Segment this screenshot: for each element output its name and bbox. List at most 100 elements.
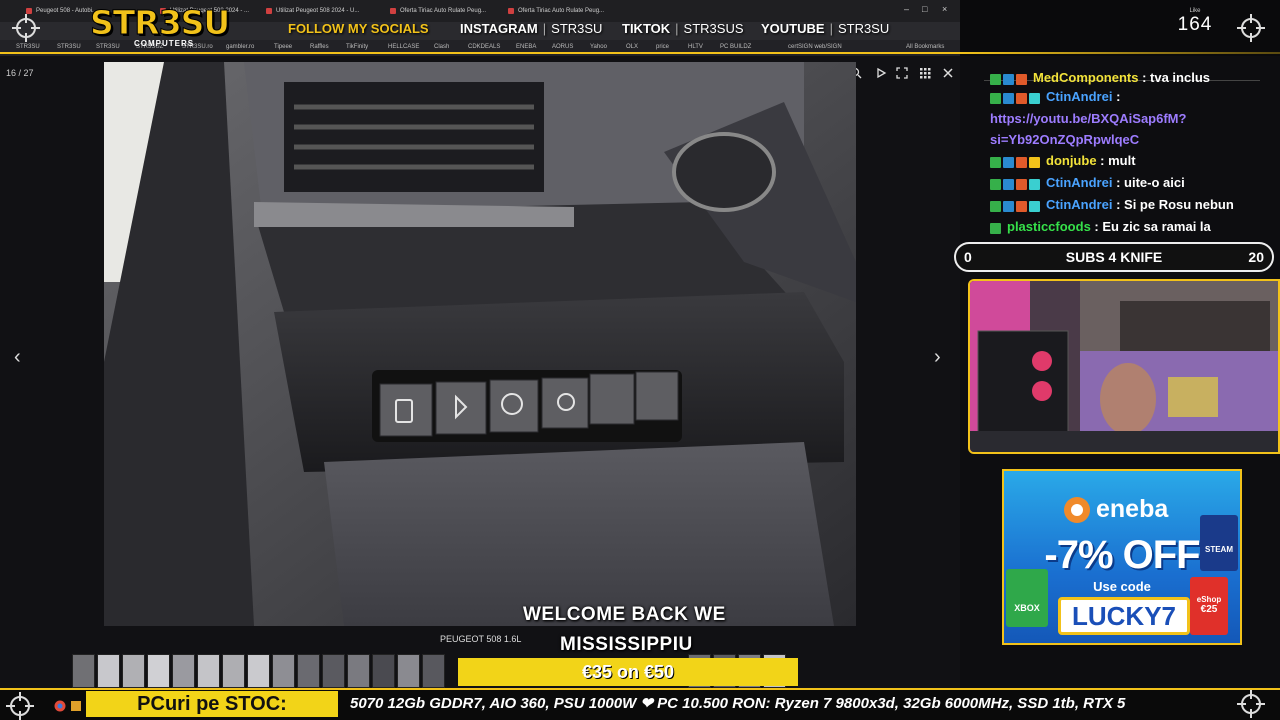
bookmark[interactable]: Raffles (310, 44, 329, 50)
chat-username[interactable]: MedComponents (1033, 72, 1138, 85)
thumbnail[interactable] (422, 654, 445, 688)
ticker-label: PCuri pe STOC: (86, 691, 338, 717)
thumbnail[interactable] (397, 654, 420, 688)
thumbnail[interactable] (122, 654, 145, 688)
eshop-card: eShop €25 (1190, 577, 1228, 635)
next-image-button[interactable]: › (934, 346, 941, 369)
tiktok-label: TIKTOK (622, 21, 671, 36)
image-counter: 16 / 27 (6, 68, 34, 78)
eneba-ad[interactable]: eneba -7% OFF Use code LUCKY7 XBOX STEAM… (1002, 469, 1242, 645)
chat-message: plasticcfoods : Eu zic sa ramai la (990, 216, 1262, 238)
bookmark[interactable]: AORUS (552, 44, 573, 50)
chrome-icon[interactable] (54, 700, 66, 712)
chat-message: CtinAndrei : (990, 86, 1262, 108)
chat-message: MedComponents : tva inclus (990, 72, 1262, 86)
like-count: 164 (1177, 14, 1213, 35)
eshop-price: €25 (1200, 604, 1218, 615)
maximize-icon[interactable]: □ (922, 4, 927, 14)
like-counter: Like 164 (1170, 8, 1220, 36)
instagram-handle: STR3SU (551, 21, 603, 36)
bookmark[interactable]: certSIGN web/SIGN (788, 44, 842, 50)
crosshair-icon (1237, 690, 1265, 718)
thumbnail[interactable] (72, 654, 95, 688)
eneba-logo-icon (1064, 497, 1090, 523)
thumbnail[interactable] (322, 654, 345, 688)
play-icon[interactable] (875, 67, 887, 79)
crosshair-icon (6, 692, 34, 720)
app-icon[interactable] (70, 700, 82, 712)
steam-card: STEAM (1200, 515, 1238, 571)
minimize-icon[interactable]: – (904, 4, 909, 14)
crosshair-icon (12, 14, 40, 42)
thumbnail[interactable] (97, 654, 120, 688)
prev-image-button[interactable]: ‹ (14, 346, 21, 369)
bookmark[interactable]: PC BUILDZ (720, 44, 751, 50)
chat-username[interactable]: donjube (1046, 153, 1097, 168)
thumbnail[interactable] (197, 654, 220, 688)
goal-current: 0 (964, 249, 972, 265)
chat-box: MedComponents : tva inclus CtinAndrei : … (990, 72, 1262, 238)
goal-title: SUBS 4 KNIFE (1065, 249, 1163, 265)
subtitle-line-2: MISSISSIPPIU (560, 634, 693, 655)
chat-text: : Si pe Rosu nebun (1116, 197, 1234, 213)
bookmark[interactable]: ENEBA (516, 44, 536, 50)
follow-socials-label: FOLLOW MY SOCIALS (288, 21, 429, 36)
chat-text: : tva inclus (1142, 72, 1210, 85)
chat-message: CtinAndrei : uite-o aici (990, 172, 1262, 194)
thumbnail[interactable] (247, 654, 270, 688)
window-close-icon[interactable]: × (942, 4, 947, 14)
thumbnail[interactable] (222, 654, 245, 688)
chat-text: : mult (1100, 153, 1136, 169)
bookmark[interactable]: HLTV (688, 44, 703, 50)
thumbnail[interactable] (372, 654, 395, 688)
chat-username[interactable]: plasticcfoods (1007, 219, 1091, 234)
bookmark[interactable]: Clash (434, 44, 449, 50)
car-interior-photo (104, 62, 856, 626)
ad-code: LUCKY7 (1058, 597, 1190, 635)
logo-text: STR3SU (90, 3, 231, 42)
chat-message: CtinAndrei : Si pe Rosu nebun (990, 194, 1262, 216)
youtube-label: YOUTUBE (761, 21, 825, 36)
bookmark[interactable]: OLX (626, 44, 638, 50)
youtube-handle: STR3SU (837, 21, 890, 36)
channel-logo: STR3SU COMPUTERS (90, 3, 240, 50)
thumbnail[interactable] (172, 654, 195, 688)
chat-username[interactable]: CtinAndrei (1046, 175, 1112, 190)
bookmark[interactable]: TikFinity (346, 44, 368, 50)
chat-username[interactable]: CtinAndrei (1046, 197, 1112, 212)
bookmark[interactable]: All Bookmarks (906, 44, 944, 50)
tiktok-social: TIKTOK | STR3SUS (622, 21, 744, 36)
bookmark[interactable]: CDKDEALS (468, 44, 500, 50)
browser-tab[interactable]: Utilizat Peugeot 508 2024 - U... (262, 3, 396, 19)
thumbnail[interactable] (347, 654, 370, 688)
chat-link[interactable]: https://youtu.be/BXQAiSap6fM? (990, 108, 1262, 129)
chat-username[interactable]: CtinAndrei (1046, 89, 1112, 104)
bookmark[interactable]: STR3SU (57, 44, 81, 50)
thumbnail[interactable] (297, 654, 320, 688)
fullscreen-icon[interactable] (896, 67, 908, 79)
chat-link[interactable]: si=Yb92OnZQpRpwlqeC (990, 129, 1262, 150)
image-caption: PEUGEOT 508 1.6L (440, 634, 522, 644)
thumbnail[interactable] (147, 654, 170, 688)
ticker-text: 5070 12Gb GDDR7, AIO 360, PSU 1000W ❤ PC… (350, 695, 1126, 712)
bookmark[interactable]: Yahoo (590, 44, 607, 50)
chat-text: : Eu zic sa ramai la (1094, 219, 1211, 235)
subtitle-line-1: WELCOME BACK WE (523, 604, 726, 625)
chat-message: donjube : mult (990, 150, 1262, 172)
close-icon[interactable] (942, 67, 954, 79)
bookmark[interactable]: Tipeee (274, 44, 292, 50)
chat-text: : uite-o aici (1116, 175, 1185, 191)
logo-subtext: COMPUTERS (134, 39, 195, 48)
browser-tab[interactable]: Oferta Tiriac Auto Rulate Peug... (386, 3, 500, 19)
grid-icon[interactable] (919, 67, 931, 79)
ticker-clip: 5070 12Gb GDDR7, AIO 360, PSU 1000W ❤ PC… (344, 690, 1254, 720)
thumbnail[interactable] (272, 654, 295, 688)
bookmark[interactable]: STR3SU (16, 44, 40, 50)
webcam-feed (968, 279, 1280, 454)
browser-tab[interactable]: Oferta Tiriac Auto Rulate Peug... (504, 3, 618, 19)
coupon-banner: €35 on €50 (458, 658, 798, 686)
eshop-label: eShop (1196, 595, 1222, 604)
bookmark[interactable]: price (656, 44, 669, 50)
bookmark[interactable]: HELLCASE (388, 44, 419, 50)
instagram-label: INSTAGRAM (460, 21, 538, 36)
